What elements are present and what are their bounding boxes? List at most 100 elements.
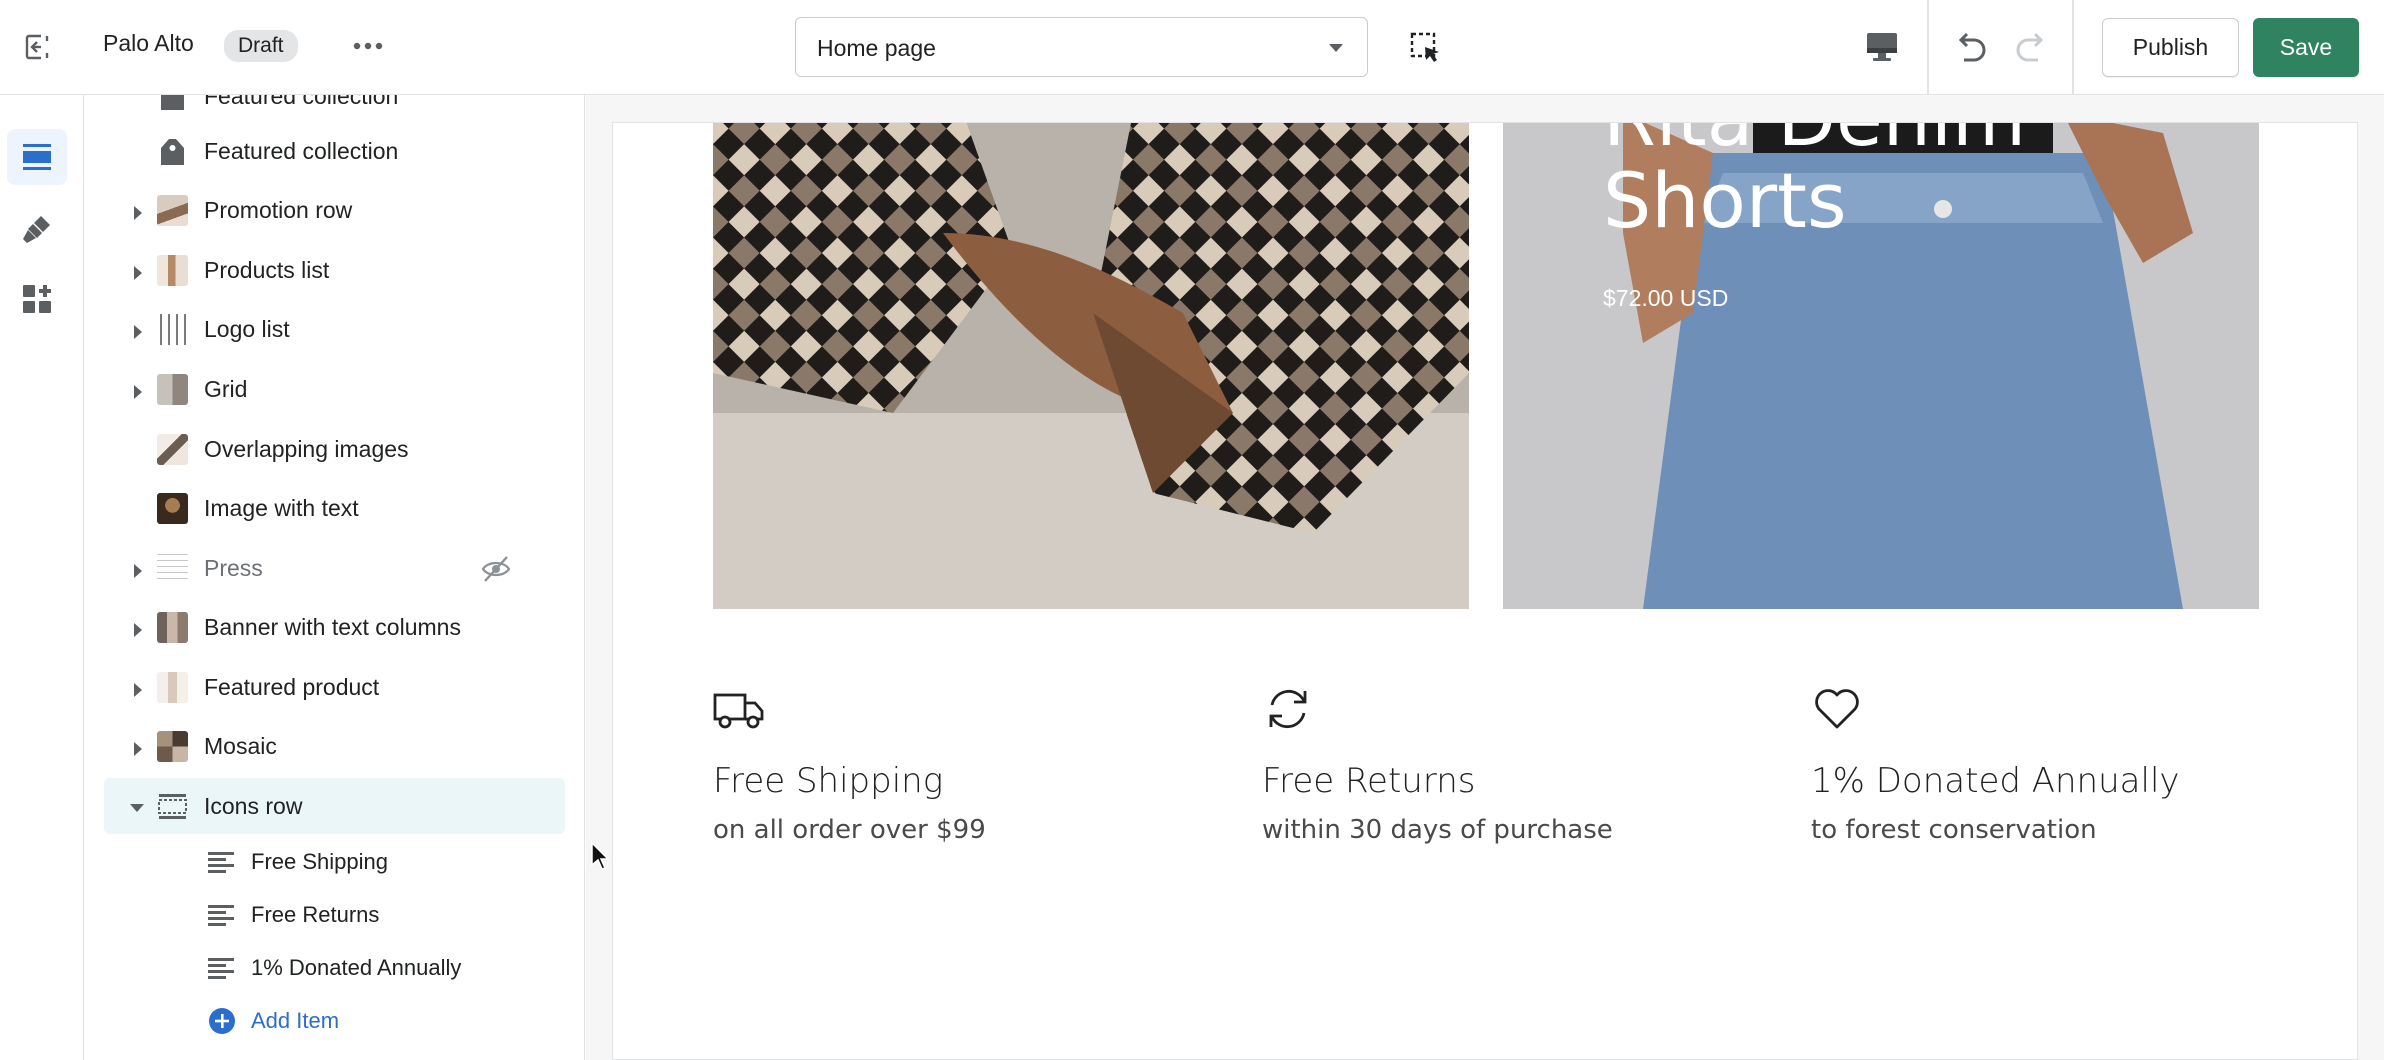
- chevron-right-icon[interactable]: [134, 206, 142, 220]
- status-badge: Draft: [224, 30, 298, 62]
- feature-free-returns[interactable]: Free Returns within 30 days of purchase: [1262, 683, 1762, 845]
- sidebar-item-label: Overlapping images: [204, 436, 409, 462]
- collection-icon: [157, 95, 188, 112]
- sidebar-item-label: Mosaic: [204, 733, 277, 759]
- feature-free-shipping[interactable]: Free Shipping on all order over $99: [713, 683, 1213, 845]
- sidebar-item-label: Featured product: [204, 674, 380, 700]
- feature-text: on all order over $99: [713, 815, 986, 845]
- icons-row-icon: [157, 791, 188, 822]
- exit-icon[interactable]: [14, 24, 60, 70]
- more-icon[interactable]: [348, 28, 388, 64]
- add-item-label: Add Item: [251, 1008, 340, 1033]
- product-title: Rita Denim Shorts: [1603, 123, 2026, 239]
- chevron-right-icon[interactable]: [134, 385, 142, 399]
- thumbnail-image: [157, 731, 188, 762]
- product-image-left[interactable]: [713, 123, 1469, 609]
- thumbnail-image: [157, 553, 188, 584]
- page-select[interactable]: Home page: [795, 17, 1368, 77]
- thumbnail-image: [157, 374, 188, 405]
- thumbnail-image: [157, 195, 188, 226]
- side-rail: [0, 95, 84, 1060]
- sidebar-item-featured-collection[interactable]: Featured collection: [104, 95, 565, 124]
- divider: [1927, 0, 1929, 95]
- desktop-icon[interactable]: [1864, 28, 1900, 64]
- sidebar-item-press[interactable]: Press: [104, 540, 565, 596]
- heart-icon: [1811, 683, 1863, 735]
- thumbnail-image: [157, 314, 188, 345]
- product-price: $72.00 USD: [1603, 285, 1729, 311]
- text-block-icon: [208, 957, 234, 979]
- divider: [2072, 0, 2074, 95]
- block-item-donated-annually[interactable]: 1% Donated Annually: [104, 941, 565, 994]
- block-item-free-shipping[interactable]: Free Shipping: [104, 835, 565, 888]
- sidebar-item-featured-collection[interactable]: Featured collection: [104, 123, 565, 179]
- sidebar-item-label: Logo list: [204, 316, 290, 342]
- redo-icon[interactable]: [2012, 28, 2052, 68]
- sidebar-item-mosaic[interactable]: Mosaic: [104, 718, 565, 774]
- feature-title: Free Shipping: [713, 761, 944, 801]
- sidebar-item-grid[interactable]: Grid: [104, 361, 565, 417]
- sidebar-item-overlapping-images[interactable]: Overlapping images: [104, 421, 565, 477]
- chevron-right-icon[interactable]: [134, 683, 142, 697]
- product-image-right[interactable]: Rita Denim Shorts $72.00 USD: [1503, 123, 2259, 609]
- eye-slash-icon[interactable]: [481, 554, 511, 584]
- block-item-label: Free Returns: [251, 902, 380, 927]
- inspect-icon[interactable]: [1408, 30, 1444, 66]
- product-title-line: Shorts: [1603, 156, 1847, 245]
- sidebar-item-image-with-text[interactable]: Image with text: [104, 480, 565, 536]
- sidebar-item-label: Banner with text columns: [204, 614, 461, 640]
- store-name: Palo Alto: [103, 30, 194, 56]
- add-item-button[interactable]: Add Item: [104, 994, 565, 1047]
- thumbnail-image: [157, 255, 188, 286]
- sidebar-item-label: Press: [204, 555, 263, 581]
- undo-icon[interactable]: [1950, 28, 1990, 68]
- thumbnail-image: [157, 434, 188, 465]
- sidebar-item-banner-with-text-columns[interactable]: Banner with text columns: [104, 599, 565, 655]
- feature-title: 1% Donated Annually: [1811, 761, 2180, 801]
- chevron-right-icon[interactable]: [134, 623, 142, 637]
- chevron-down-icon[interactable]: [130, 804, 144, 812]
- chevron-right-icon[interactable]: [134, 266, 142, 280]
- plus-circle-icon: [208, 1007, 236, 1035]
- feature-donated-annually[interactable]: 1% Donated Annually to forest conservati…: [1811, 683, 2311, 845]
- thumbnail-image: [157, 672, 188, 703]
- sidebar-item-products-list[interactable]: Products list: [104, 242, 565, 298]
- sections-sidebar: Featured collection Featured collection …: [84, 95, 585, 1060]
- sidebar-item-featured-product[interactable]: Featured product: [104, 659, 565, 715]
- sidebar-item-label: Promotion row: [204, 197, 353, 223]
- truck-icon: [713, 683, 765, 735]
- mouse-cursor-icon: [590, 841, 610, 871]
- thumbnail-image: [157, 612, 188, 643]
- collection-icon: [157, 136, 188, 167]
- sidebar-item-promotion-row[interactable]: Promotion row: [104, 182, 565, 238]
- thumbnail-image: [157, 493, 188, 524]
- feature-title: Free Returns: [1262, 761, 1476, 801]
- text-block-icon: [208, 851, 234, 873]
- returns-icon: [1262, 683, 1314, 735]
- sections-icon[interactable]: [7, 129, 67, 185]
- theme-settings-icon[interactable]: [7, 201, 67, 257]
- sidebar-item-logo-list[interactable]: Logo list: [104, 301, 565, 357]
- feature-text: to forest conservation: [1811, 815, 2097, 845]
- top-bar: Palo Alto Draft Home page Publish Save: [0, 0, 2384, 95]
- sidebar-item-icons-row[interactable]: Icons row: [104, 778, 565, 834]
- block-item-label: Free Shipping: [251, 849, 388, 874]
- sidebar-item-label: Products list: [204, 257, 330, 283]
- sidebar-item-label: Icons row: [204, 793, 303, 819]
- apps-icon[interactable]: [7, 271, 67, 327]
- block-item-label: 1% Donated Annually: [251, 955, 462, 980]
- feature-text: within 30 days of purchase: [1262, 815, 1613, 845]
- storefront-preview[interactable]: Rita Denim Shorts $72.00 USD Free Shippi…: [612, 122, 2358, 1060]
- save-button[interactable]: Save: [2253, 18, 2359, 77]
- sidebar-item-label: Featured collection: [204, 138, 399, 164]
- page-select-value: Home page: [817, 35, 936, 61]
- chevron-right-icon[interactable]: [134, 564, 142, 578]
- chevron-down-icon: [1329, 44, 1343, 52]
- sidebar-item-label: Grid: [204, 376, 248, 402]
- block-item-free-returns[interactable]: Free Returns: [104, 888, 565, 941]
- sidebar-item-label: Image with text: [204, 495, 359, 521]
- publish-button[interactable]: Publish: [2102, 18, 2239, 77]
- chevron-right-icon[interactable]: [134, 742, 142, 756]
- chevron-right-icon[interactable]: [134, 325, 142, 339]
- sidebar-item-label: Featured collection: [204, 95, 399, 109]
